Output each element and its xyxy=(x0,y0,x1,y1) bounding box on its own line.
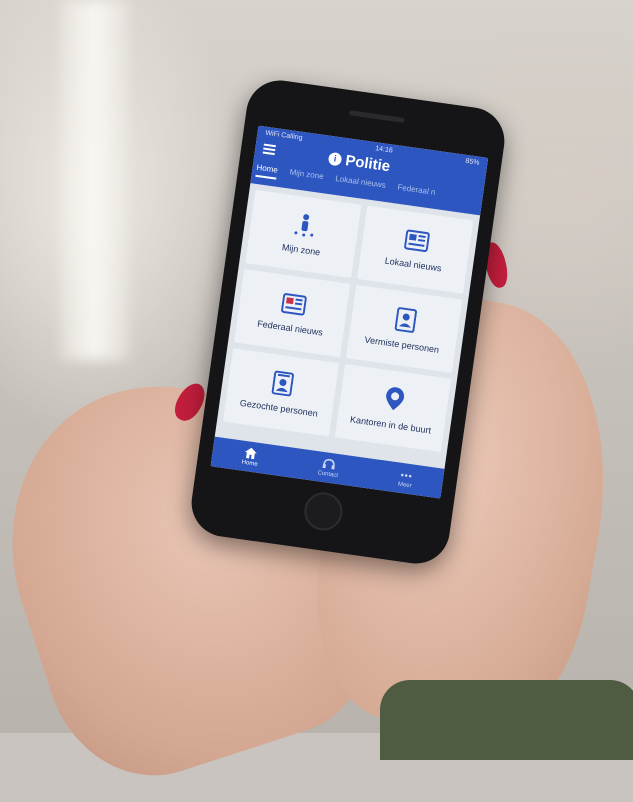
tile-label: Lokaal nieuws xyxy=(384,255,443,274)
tile-vermiste-personen[interactable]: Vermiste personen xyxy=(345,284,463,373)
hamburger-menu-icon[interactable] xyxy=(262,143,276,156)
location-pin-icon xyxy=(385,387,404,411)
tile-lokaal-nieuws[interactable]: Lokaal nieuws xyxy=(357,205,474,294)
tile-grid: Mijn zone Lokaal nieuws Federaal nieuws xyxy=(216,183,480,459)
tile-gezochte-personen[interactable]: Gezochte personen xyxy=(222,348,340,437)
headset-icon xyxy=(322,458,336,470)
green-sleeve xyxy=(380,680,633,760)
newspaper-icon xyxy=(280,293,307,316)
app-title: Politie xyxy=(344,152,392,176)
more-icon xyxy=(400,473,412,477)
earpiece-speaker xyxy=(348,110,405,123)
background-pillar xyxy=(60,0,130,360)
nav-label: Contact xyxy=(317,469,339,479)
tab-home[interactable]: Home xyxy=(255,162,279,180)
battery-text: 85% xyxy=(464,157,480,167)
newspaper-icon xyxy=(403,229,430,252)
phone-screen: WiFi Calling 14:16 85% i Politie Home Mi… xyxy=(210,125,489,499)
id-card-icon xyxy=(394,307,417,333)
person-zone-icon xyxy=(293,214,313,237)
tile-label: Federaal nieuws xyxy=(256,318,324,338)
tab-lokaal-nieuws[interactable]: Lokaal nieuws xyxy=(334,174,386,195)
clock-text: 14:16 xyxy=(374,145,394,155)
nav-label: Meer xyxy=(397,481,412,489)
tile-mijn-zone[interactable]: Mijn zone xyxy=(245,189,362,279)
nav-meer[interactable]: Meer xyxy=(398,468,414,489)
tile-label: Vermiste personen xyxy=(364,334,440,355)
tab-mijn-zone[interactable]: Mijn zone xyxy=(288,167,324,186)
tile-label: Mijn zone xyxy=(281,242,321,258)
tile-kantoren-in-de-buurt[interactable]: Kantoren in de buurt xyxy=(334,364,452,453)
tile-label: Kantoren in de buurt xyxy=(349,414,432,436)
police-badge-icon: i xyxy=(327,151,343,167)
tile-label: Gezochte personen xyxy=(239,397,319,419)
tab-federaal-nieuws[interactable]: Federaal n xyxy=(396,183,436,202)
nav-contact[interactable]: Contact xyxy=(317,457,340,479)
wanted-poster-icon xyxy=(271,370,294,397)
nav-home[interactable]: Home xyxy=(241,446,260,467)
nav-label: Home xyxy=(241,459,259,468)
home-icon xyxy=(245,447,258,459)
phone-home-button[interactable] xyxy=(301,489,345,533)
tile-federaal-nieuws[interactable]: Federaal nieuws xyxy=(234,269,351,358)
